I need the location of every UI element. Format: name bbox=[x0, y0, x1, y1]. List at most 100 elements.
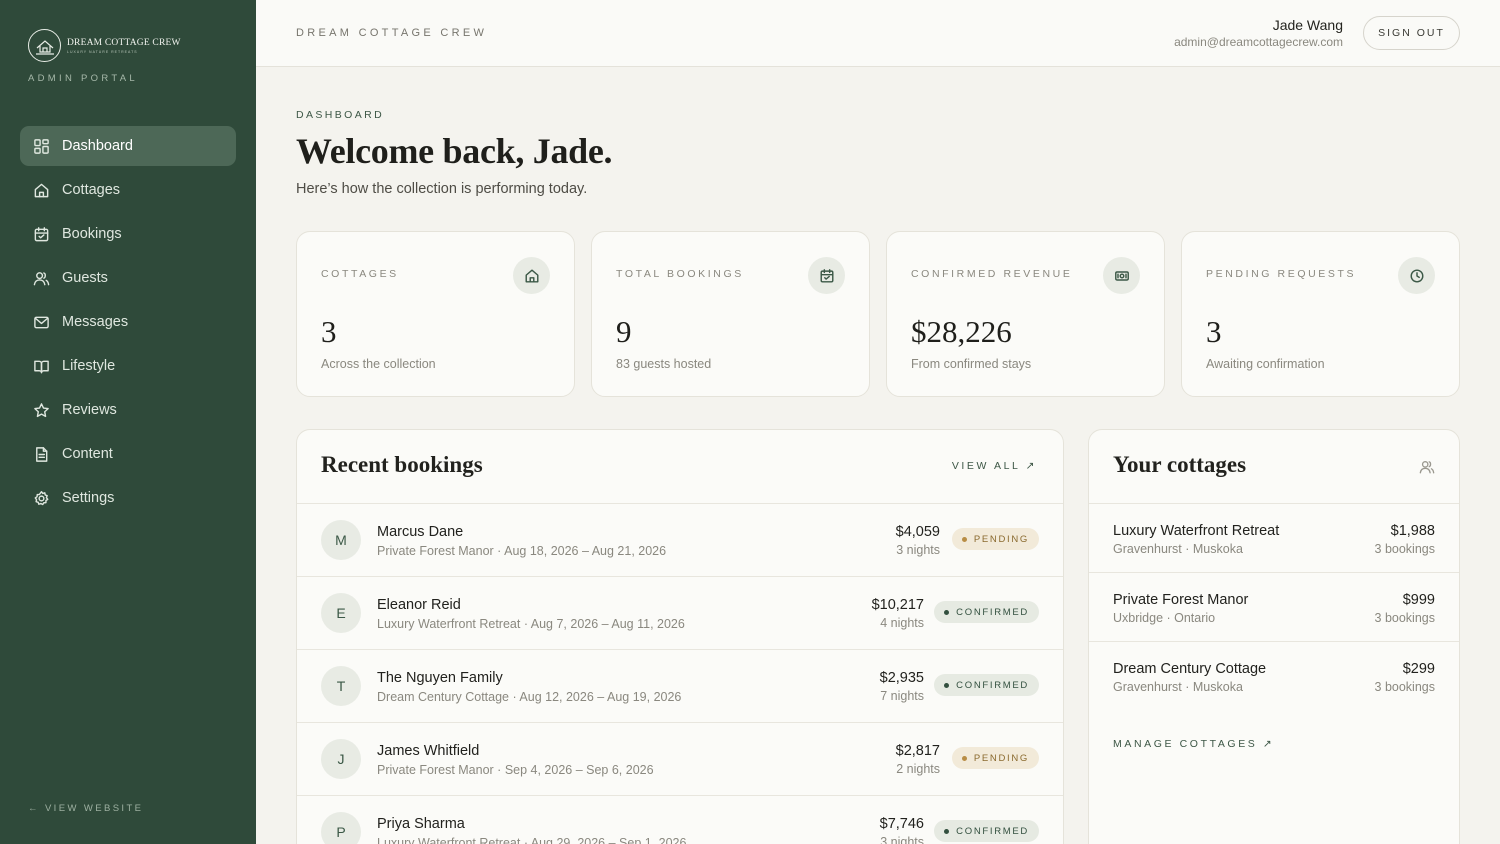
status-dot bbox=[944, 828, 950, 834]
stat-card-pending-requests: PENDING REQUESTS 3 Awaiting confirmation bbox=[1181, 231, 1460, 397]
sidebar-item-bookings[interactable]: Bookings bbox=[20, 214, 236, 254]
manage-cottages-link[interactable]: MANAGE COTTAGES ↗ bbox=[1113, 738, 1274, 750]
status-label: PENDING bbox=[973, 752, 1029, 764]
users-icon[interactable] bbox=[1419, 459, 1435, 480]
booking-amount: $2,817 bbox=[895, 743, 940, 759]
panel-title: Recent bookings bbox=[321, 452, 483, 477]
booking-amount: $2,935 bbox=[879, 670, 924, 686]
avatar: T bbox=[321, 666, 361, 706]
booking-amount: $10,217 bbox=[871, 597, 924, 613]
booking-nights: 2 nights bbox=[896, 762, 940, 776]
brand-logo[interactable]: DREAM COTTAGE CREW LUXURY NATURE RETREAT… bbox=[28, 29, 181, 62]
booking-meta: Luxury Waterfront Retreat · Aug 29, 2026… bbox=[377, 836, 687, 844]
stat-label: CONFIRMED REVENUE bbox=[911, 268, 1073, 280]
status-label: PENDING bbox=[973, 533, 1029, 545]
page-subtitle: Here’s how the collection is performing … bbox=[296, 181, 588, 197]
sidebar-item-messages[interactable]: Messages bbox=[20, 302, 236, 342]
cottage-price: $1,988 bbox=[1390, 523, 1435, 539]
sidebar-item-lifestyle[interactable]: Lifestyle bbox=[20, 346, 236, 386]
status-label: CONFIRMED bbox=[956, 606, 1029, 618]
brand-tagline: LUXURY NATURE RETREATS bbox=[67, 49, 138, 54]
guest-name: James Whitfield bbox=[377, 743, 480, 759]
status-dot bbox=[944, 682, 950, 688]
sidebar-item-settings[interactable]: Settings bbox=[20, 478, 236, 518]
booking-row[interactable]: T The Nguyen Family Dream Century Cottag… bbox=[297, 649, 1063, 722]
sidebar-item-label: Settings bbox=[62, 490, 115, 506]
booking-row[interactable]: P Priya Sharma Luxury Waterfront Retreat… bbox=[297, 795, 1063, 844]
stat-card-confirmed-revenue: CONFIRMED REVENUE $28,226 From confirmed… bbox=[886, 231, 1165, 397]
stat-value: 9 bbox=[616, 314, 632, 349]
stat-card-cottages: COTTAGES 3 Across the collection bbox=[296, 231, 575, 397]
status-dot bbox=[961, 755, 967, 761]
cottage-row[interactable]: Private Forest Manor Uxbridge · Ontario … bbox=[1089, 572, 1459, 641]
stat-note: From confirmed stays bbox=[911, 357, 1032, 371]
sidebar-item-label: Dashboard bbox=[62, 138, 133, 154]
status-badge: PENDING bbox=[951, 528, 1039, 550]
home-icon bbox=[32, 181, 50, 199]
guest-name: The Nguyen Family bbox=[377, 670, 503, 686]
cottage-location: Uxbridge · Ontario bbox=[1113, 611, 1216, 625]
users-icon bbox=[32, 269, 50, 287]
sidebar-item-label: Content bbox=[62, 446, 113, 462]
cottage-bookings: 3 bookings bbox=[1374, 680, 1435, 694]
sidebar-item-content[interactable]: Content bbox=[20, 434, 236, 474]
booking-nights: 4 nights bbox=[880, 616, 924, 630]
booking-meta: Luxury Waterfront Retreat · Aug 7, 2026 … bbox=[377, 617, 685, 631]
status-badge: CONFIRMED bbox=[934, 820, 1039, 842]
avatar: M bbox=[321, 520, 361, 560]
gear-icon bbox=[32, 489, 50, 507]
sign-out-button[interactable]: SIGN OUT bbox=[1363, 16, 1460, 50]
status-dot bbox=[944, 609, 950, 615]
calendar-icon bbox=[808, 257, 845, 294]
top-bar: DREAM COTTAGE CREW Jade Wang admin@dream… bbox=[256, 0, 1500, 67]
book-icon bbox=[32, 357, 50, 375]
home-icon bbox=[513, 257, 550, 294]
star-icon bbox=[32, 401, 50, 419]
booking-row[interactable]: M Marcus Dane Private Forest Manor · Aug… bbox=[297, 503, 1063, 576]
status-label: CONFIRMED bbox=[956, 679, 1029, 691]
status-label: CONFIRMED bbox=[956, 825, 1029, 837]
guest-name: Eleanor Reid bbox=[377, 597, 461, 613]
avatar: P bbox=[321, 812, 361, 844]
avatar: E bbox=[321, 593, 361, 633]
stat-card-total-bookings: TOTAL BOOKINGS 9 83 guests hosted bbox=[591, 231, 870, 397]
booking-meta: Private Forest Manor · Aug 18, 2026 – Au… bbox=[377, 544, 667, 558]
booking-nights: 7 nights bbox=[880, 689, 924, 703]
stat-value: $28,226 bbox=[911, 314, 1012, 349]
booking-row[interactable]: E Eleanor Reid Luxury Waterfront Retreat… bbox=[297, 576, 1063, 649]
sidebar-item-label: Reviews bbox=[62, 402, 117, 418]
amount-block: $4,059 3 nights bbox=[896, 524, 940, 557]
view-website-link[interactable]: ← VIEW WEBSITE bbox=[28, 803, 143, 814]
stat-label: PENDING REQUESTS bbox=[1206, 268, 1357, 280]
cottage-row[interactable]: Dream Century Cottage Gravenhurst · Musk… bbox=[1089, 641, 1459, 710]
stat-value: 3 bbox=[1206, 314, 1222, 349]
guest-name: Priya Sharma bbox=[377, 816, 465, 832]
sidebar-item-guests[interactable]: Guests bbox=[20, 258, 236, 298]
status-dot bbox=[961, 536, 967, 542]
recent-bookings-panel: Recent bookings VIEW ALL ↗ M Marcus Dane… bbox=[296, 429, 1064, 844]
sidebar-item-label: Lifestyle bbox=[62, 358, 116, 374]
cottage-name: Private Forest Manor bbox=[1113, 592, 1249, 608]
cottage-row[interactable]: Luxury Waterfront Retreat Gravenhurst · … bbox=[1089, 503, 1459, 572]
sidebar-item-label: Messages bbox=[62, 314, 129, 330]
sidebar: DREAM COTTAGE CREW LUXURY NATURE RETREAT… bbox=[0, 0, 256, 844]
view-all-link[interactable]: VIEW ALL ↗ bbox=[952, 460, 1037, 472]
stat-value: 3 bbox=[321, 314, 337, 349]
sidebar-item-dashboard[interactable]: Dashboard bbox=[20, 126, 236, 166]
cottage-price: $999 bbox=[1402, 592, 1435, 608]
sidebar-item-reviews[interactable]: Reviews bbox=[20, 390, 236, 430]
amount-block: $10,217 4 nights bbox=[872, 597, 924, 630]
sidebar-item-cottages[interactable]: Cottages bbox=[20, 170, 236, 210]
status-badge: CONFIRMED bbox=[934, 601, 1039, 623]
booking-row[interactable]: J James Whitfield Private Forest Manor ·… bbox=[297, 722, 1063, 795]
booking-nights: 3 nights bbox=[880, 835, 924, 844]
booking-amount: $7,746 bbox=[879, 816, 924, 832]
dashboard-icon bbox=[32, 137, 50, 155]
cottage-logo-icon bbox=[28, 29, 61, 62]
cottage-name: Dream Century Cottage bbox=[1113, 661, 1267, 677]
calendar-icon bbox=[32, 225, 50, 243]
cash-icon bbox=[1103, 257, 1140, 294]
booking-amount: $4,059 bbox=[895, 524, 940, 540]
user-email: admin@dreamcottagecrew.com bbox=[1174, 35, 1343, 49]
booking-meta: Dream Century Cottage · Aug 12, 2026 – A… bbox=[377, 690, 682, 704]
